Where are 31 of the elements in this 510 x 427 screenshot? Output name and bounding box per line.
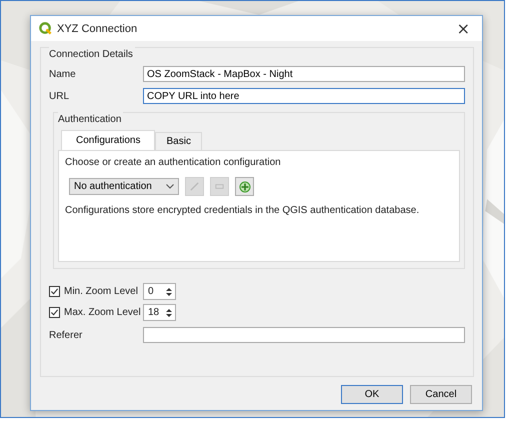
app-logo-icon	[39, 22, 52, 35]
prompt-text: Choose or create an authentication configuration	[65, 157, 282, 168]
minus-icon	[214, 181, 225, 192]
add-button[interactable]	[235, 177, 254, 196]
spin-arrows-icon	[165, 306, 173, 318]
spin-arrows-icon	[165, 286, 173, 298]
field-label: URL	[49, 90, 70, 102]
window-title: XYZ Connection	[57, 22, 138, 34]
tab[interactable]: Configurations	[61, 130, 156, 150]
group-title: Connection Details	[49, 47, 135, 60]
dialog-button[interactable]: Cancel	[410, 385, 472, 404]
field-label: Name	[49, 68, 77, 80]
pencil-icon	[189, 181, 200, 192]
close-button[interactable]: ×	[452, 19, 474, 38]
checkbox-label: Min. Zoom Level	[64, 286, 139, 297]
input-field[interactable]: OS ZoomStack - MapBox - Night	[143, 66, 465, 82]
input-field[interactable]	[143, 327, 465, 343]
field-label: Referer	[49, 330, 84, 340]
checkbox[interactable]	[49, 307, 60, 318]
input-field[interactable]: COPY URL into here	[143, 88, 465, 104]
config-dropdown[interactable]: No authentication	[69, 178, 179, 195]
plus-icon	[238, 180, 250, 192]
tab[interactable]: Basic	[155, 132, 202, 150]
checkbox[interactable]	[49, 286, 60, 297]
info-text: Configurations store encrypted credentials in the QGIS authentication database.	[65, 205, 420, 216]
dialog-button[interactable]: OK	[341, 385, 403, 404]
chevron-icon	[166, 184, 174, 189]
checkbox-label: Max. Zoom Level	[64, 307, 142, 318]
spin-box[interactable]: 0	[143, 283, 176, 300]
group-title: Authentication	[58, 112, 124, 125]
spin-box[interactable]: 18	[143, 304, 176, 321]
